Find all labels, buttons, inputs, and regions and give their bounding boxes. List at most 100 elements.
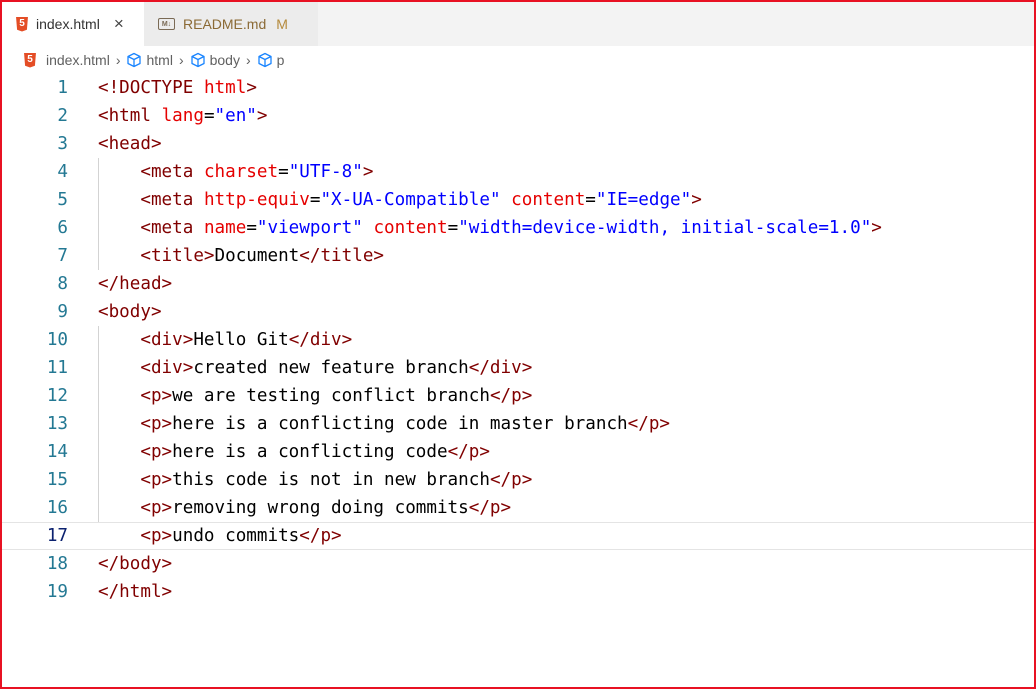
code-line[interactable]: 14 <p>here is a conflicting code</p> <box>2 438 1034 466</box>
code-token: </p> <box>489 386 533 406</box>
code-line[interactable]: 11 <div>created new feature branch</div> <box>2 354 1034 382</box>
code-line[interactable]: 4 <meta charset="UTF-8"> <box>2 158 1034 186</box>
code-token: <p> <box>140 414 173 434</box>
code-token: <body> <box>98 302 162 322</box>
code-token: <!DOCTYPE <box>98 78 204 98</box>
code-line[interactable]: 3 <head> <box>2 130 1034 158</box>
close-icon[interactable]: × <box>114 14 124 34</box>
code-token: = <box>447 218 459 238</box>
breadcrumb-html[interactable]: html <box>126 52 173 68</box>
code-line[interactable]: 1 <!DOCTYPE html> <box>2 74 1034 102</box>
chevron-right-icon: › <box>178 52 184 68</box>
code-line[interactable]: 2 <html lang="en"> <box>2 102 1034 130</box>
code-token: </title> <box>299 246 385 266</box>
code-line[interactable]: 10 <div>Hello Git</div> <box>2 326 1034 354</box>
symbol-cube-icon <box>190 52 205 68</box>
code-line[interactable]: 12 <p>we are testing conflict branch</p> <box>2 382 1034 410</box>
code-line[interactable]: 17 <p>undo commits</p> <box>2 522 1034 550</box>
code-token: </p> <box>489 470 533 490</box>
breadcrumb-body-label: body <box>209 52 240 68</box>
code-token: <html <box>98 106 162 126</box>
line-number: 5 <box>57 190 68 210</box>
code-token: content <box>373 218 448 238</box>
code-line[interactable]: 19 </html> <box>2 578 1034 606</box>
line-number: 7 <box>57 246 68 266</box>
line-number: 6 <box>57 218 68 238</box>
code-editor[interactable]: 1 <!DOCTYPE html> 2 <html lang="en"> 3 <head>… <box>2 74 1034 687</box>
code-token: lang <box>161 106 204 126</box>
code-token: > <box>871 218 882 238</box>
code-line[interactable]: 9 <body> <box>2 298 1034 326</box>
code-text: <meta http-equiv="X-UA-Compatible" conte… <box>98 186 702 214</box>
code-text: <div>created new feature branch</div> <box>98 354 532 382</box>
code-text: <!DOCTYPE html> <box>98 74 257 102</box>
code-token: </head> <box>98 274 173 294</box>
code-token: removing wrong doing commits <box>172 498 469 518</box>
code-token: <title> <box>140 246 215 266</box>
breadcrumb-body[interactable]: body <box>190 52 240 68</box>
code-token: = <box>309 190 321 210</box>
code-token: </div> <box>468 358 533 378</box>
code-token: <p> <box>140 498 173 518</box>
code-text: <p>this code is not in new branch</p> <box>98 466 532 494</box>
code-line[interactable]: 18 </body> <box>2 550 1034 578</box>
code-line[interactable]: 13 <p>here is a conflicting code in mast… <box>2 410 1034 438</box>
code-text: </html> <box>98 578 172 606</box>
code-token: "en" <box>214 106 257 126</box>
code-token: </p> <box>468 498 512 518</box>
code-line[interactable]: 7 <title>Document</title> <box>2 242 1034 270</box>
breadcrumb-file[interactable]: index.html <box>24 52 110 68</box>
code-token: = <box>246 218 257 238</box>
line-number: 1 <box>57 78 68 98</box>
code-line[interactable]: 16 <p>removing wrong doing commits</p> <box>2 494 1034 522</box>
code-text: <html lang="en"> <box>98 102 268 130</box>
code-token: "X-UA-Compatible" <box>320 190 501 210</box>
code-line[interactable]: 8 </head> <box>2 270 1034 298</box>
editor-window: index.html × M↓ README.md M index.html ›… <box>0 0 1036 689</box>
line-number: 4 <box>57 162 68 182</box>
tab-label: README.md <box>183 16 267 32</box>
line-number: 19 <box>46 582 68 602</box>
code-token: charset <box>203 162 279 182</box>
code-text: <p>here is a conflicting code in master … <box>98 410 670 438</box>
code-text: <meta charset="UTF-8"> <box>98 158 373 186</box>
code-token: "UTF-8" <box>288 162 363 182</box>
code-token: > <box>362 162 374 182</box>
line-number: 11 <box>46 358 68 378</box>
code-token: > <box>691 190 702 210</box>
code-token: undo commits <box>172 526 300 546</box>
code-token: <p> <box>140 386 173 406</box>
code-token: <head> <box>98 134 162 154</box>
code-text: <p>we are testing conflict branch</p> <box>98 382 532 410</box>
code-token: content <box>511 190 586 210</box>
code-text: <head> <box>98 130 162 158</box>
code-token: </html> <box>98 582 173 602</box>
modified-badge: M <box>276 16 288 32</box>
html5-icon <box>16 16 28 32</box>
line-number: 17 <box>46 526 68 546</box>
code-token: created new feature branch <box>193 358 469 378</box>
breadcrumb-p[interactable]: p <box>257 52 284 68</box>
code-line[interactable]: 6 <meta name="viewport" content="width=d… <box>2 214 1034 242</box>
code-line[interactable]: 15 <p>this code is not in new branch</p> <box>2 466 1034 494</box>
code-token: html <box>203 78 247 98</box>
line-number: 14 <box>46 442 68 462</box>
tab-index-html[interactable]: index.html × <box>2 2 144 46</box>
code-token: http-equiv <box>203 190 310 210</box>
line-number: 9 <box>57 302 68 322</box>
code-token: </body> <box>98 554 173 574</box>
code-line[interactable]: 5 <meta http-equiv="X-UA-Compatible" con… <box>2 186 1034 214</box>
tab-readme-md[interactable]: M↓ README.md M <box>144 2 318 46</box>
code-token: this code is not in new branch <box>172 470 490 490</box>
code-token: <meta <box>140 218 204 238</box>
